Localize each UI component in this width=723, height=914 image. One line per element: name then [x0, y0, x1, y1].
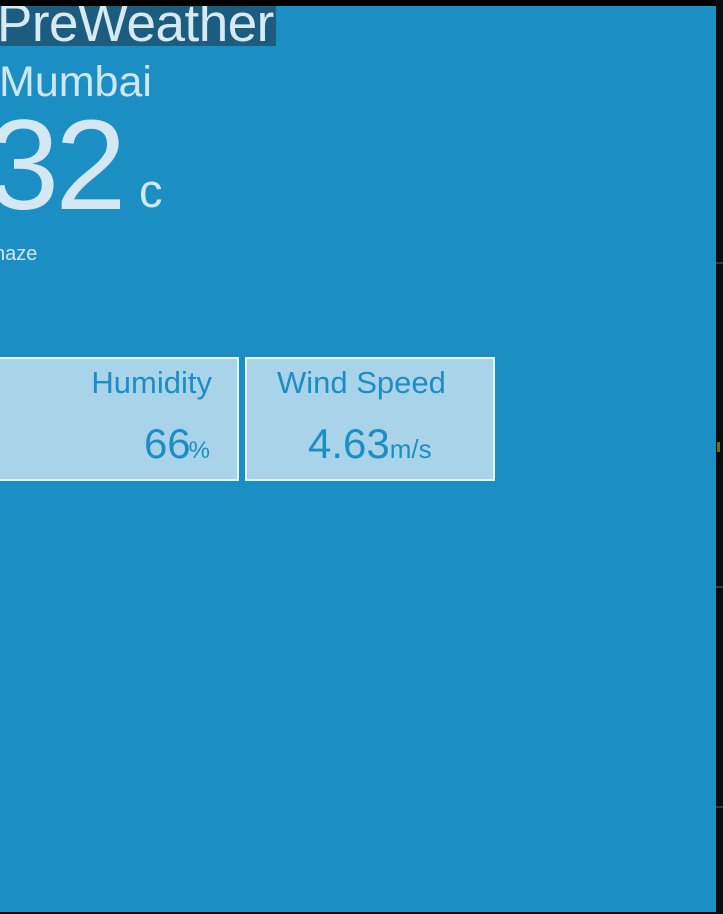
- wind-speed-label: Wind Speed: [277, 365, 446, 400]
- adjacent-window-mark: [716, 586, 723, 588]
- wind-speed-value-group: 4.63m/s: [308, 421, 432, 472]
- humidity-value: 66: [143, 420, 191, 467]
- wind-speed-value: 4.63: [308, 420, 390, 467]
- humidity-card: Humidity 66%: [0, 357, 239, 481]
- app-title: PreWeather: [0, 6, 276, 46]
- adjacent-window-edge: [716, 0, 723, 914]
- temperature-unit: c: [139, 164, 163, 217]
- humidity-label: Humidity: [91, 365, 212, 400]
- weather-app-panel: PreWeather Mumbai 32 c haze Humidity 66%…: [0, 6, 716, 912]
- adjacent-window-mark: [717, 442, 720, 452]
- adjacent-window-mark: [716, 262, 723, 264]
- wind-speed-card: Wind Speed 4.63m/s: [245, 357, 495, 481]
- temperature-value: 32: [0, 94, 126, 237]
- humidity-unit: %: [188, 437, 210, 464]
- weather-condition: haze: [0, 243, 38, 265]
- humidity-value-group: 66%: [144, 421, 210, 474]
- wind-speed-unit: m/s: [389, 434, 432, 464]
- adjacent-window-mark: [716, 806, 723, 808]
